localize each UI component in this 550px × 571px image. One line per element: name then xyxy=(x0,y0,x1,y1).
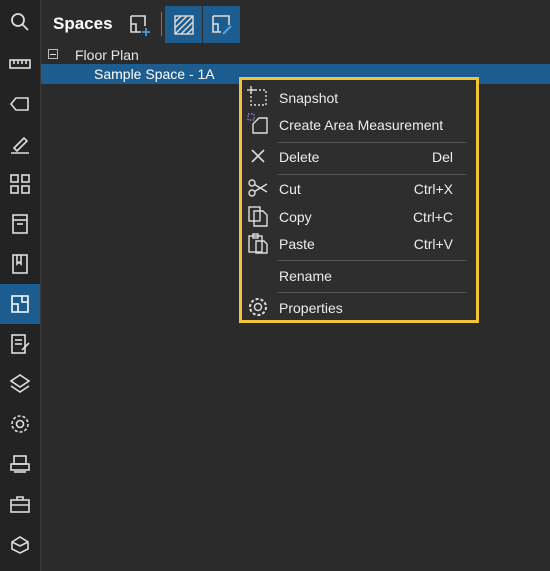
menu-divider xyxy=(278,174,466,175)
copy-icon xyxy=(248,206,268,227)
menu-item-rename[interactable]: Rename xyxy=(242,263,476,289)
markup-pen-icon[interactable] xyxy=(0,124,40,164)
toolbar-divider xyxy=(161,12,162,36)
close-icon xyxy=(251,149,265,163)
menu-item-create-area-measurement[interactable]: Create Area Measurement xyxy=(242,112,476,138)
menu-item-shortcut: Del xyxy=(431,149,453,165)
archive-icon[interactable] xyxy=(0,204,40,244)
edit-space-icon xyxy=(211,14,232,35)
menu-item-snapshot[interactable]: Snapshot xyxy=(242,85,476,111)
spaces-icon[interactable] xyxy=(0,284,40,324)
layers-icon[interactable] xyxy=(0,364,40,404)
toolbox-icon[interactable] xyxy=(0,484,40,524)
hatch-fill-icon xyxy=(173,14,194,35)
paste-icon xyxy=(248,233,268,254)
markups-list-icon[interactable] xyxy=(0,324,40,364)
menu-item-copy[interactable]: Copy Ctrl+C xyxy=(242,204,476,230)
settings-icon[interactable] xyxy=(0,404,40,444)
menu-item-paste[interactable]: Paste Ctrl+V xyxy=(242,231,476,257)
add-space-button[interactable] xyxy=(121,6,158,43)
bookmark-icon[interactable] xyxy=(0,244,40,284)
menu-divider xyxy=(278,142,466,143)
gear-icon xyxy=(249,298,267,316)
menu-item-label: Rename xyxy=(279,268,332,284)
search-icon[interactable] xyxy=(0,2,40,42)
menu-item-shortcut: Ctrl+V xyxy=(413,236,453,252)
3d-view-icon[interactable] xyxy=(0,524,40,564)
grid-view-icon[interactable] xyxy=(0,164,40,204)
menu-item-label: Cut xyxy=(279,181,301,197)
context-menu: Snapshot Create Area Measurement Delete … xyxy=(239,77,479,323)
menu-item-label: Snapshot xyxy=(279,90,339,106)
menu-item-label: Delete xyxy=(279,149,320,165)
menu-item-shortcut: Ctrl+C xyxy=(412,209,453,225)
menu-divider xyxy=(278,292,466,293)
edit-space-button[interactable] xyxy=(203,6,240,43)
hatch-fill-button[interactable] xyxy=(165,6,202,43)
collapse-icon[interactable] xyxy=(48,49,58,59)
menu-item-label: Properties xyxy=(279,300,343,316)
ruler-icon[interactable] xyxy=(0,44,40,84)
menu-item-shortcut: Ctrl+X xyxy=(413,181,453,197)
snapshot-icon xyxy=(247,86,267,106)
tree-node-label: Sample Space - 1A xyxy=(94,66,215,82)
tree-node-floor-plan[interactable]: Floor Plan xyxy=(41,45,550,65)
menu-item-label: Create Area Measurement xyxy=(279,117,444,133)
tree-node-label: Floor Plan xyxy=(75,47,139,63)
panel-title: Spaces xyxy=(53,14,113,33)
scissors-icon xyxy=(248,179,268,197)
spaces-header: Spaces xyxy=(41,0,550,44)
menu-item-label: Copy xyxy=(279,209,312,225)
add-space-icon xyxy=(129,14,150,36)
menu-item-cut[interactable]: Cut Ctrl+X xyxy=(242,176,476,202)
menu-divider xyxy=(278,260,466,261)
tag-icon[interactable] xyxy=(0,84,40,124)
menu-item-delete[interactable]: Delete Del xyxy=(242,144,476,170)
tool-rail xyxy=(0,0,41,571)
area-measurement-icon xyxy=(247,113,268,134)
menu-item-properties[interactable]: Properties xyxy=(242,295,476,321)
menu-item-label: Paste xyxy=(279,236,315,252)
printer-icon[interactable] xyxy=(0,444,40,484)
